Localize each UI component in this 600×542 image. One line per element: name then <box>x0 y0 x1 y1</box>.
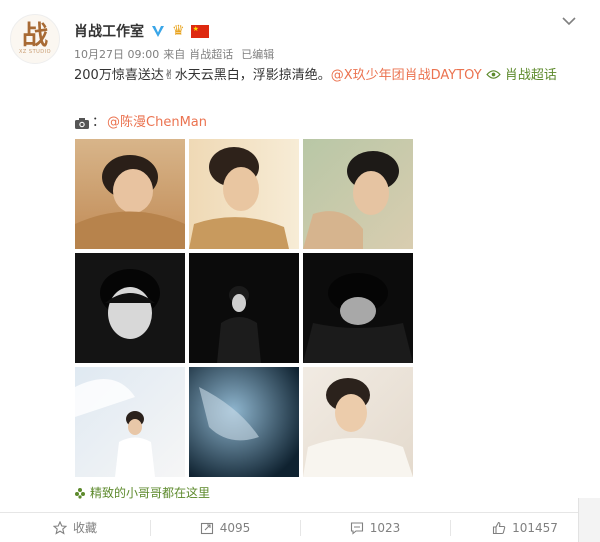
photo-grid <box>75 139 413 477</box>
photo-1[interactable] <box>75 139 185 249</box>
post-body: 200万惊喜送达✌水天云黑白，浮影掠清绝。 <box>74 68 331 83</box>
post-time[interactable]: 10月27日 09:00 <box>74 46 159 62</box>
avatar-subtext: XZ STUDIO <box>18 49 52 55</box>
repost-count: 4095 <box>219 520 251 535</box>
photo-6[interactable] <box>303 253 413 363</box>
post-source[interactable]: 肖战超话 <box>189 46 233 62</box>
album-link[interactable]: 精致的小哥哥都在这里 <box>74 484 210 501</box>
comment-count: 1023 <box>369 520 401 535</box>
avatar-glyph: 战 <box>21 21 48 51</box>
side-scroll-edge <box>578 498 600 542</box>
favorite-button[interactable]: 收藏 <box>0 513 150 542</box>
avatar[interactable]: 战 XZ STUDIO <box>10 14 60 64</box>
photo-8[interactable] <box>189 367 299 477</box>
post-text: 200万惊喜送达✌水天云黑白，浮影掠清绝。@X玖少年团肖战DAYTOY 肖战超话 <box>74 64 584 88</box>
star-icon <box>52 520 67 535</box>
like-count: 101457 <box>512 520 558 535</box>
photo-9[interactable] <box>303 367 413 477</box>
thumbs-up-icon <box>493 521 506 534</box>
comment-button[interactable]: 1023 <box>300 513 450 542</box>
supertopic-link[interactable]: 肖战超话 <box>486 68 557 83</box>
photo-4[interactable] <box>75 253 185 363</box>
repost-button[interactable]: 4095 <box>150 513 300 542</box>
supertopic-icon <box>486 70 501 79</box>
action-bar: 收藏 4095 1023 101457 <box>0 513 600 542</box>
camera-separator: ： <box>92 115 106 130</box>
crown-icon[interactable]: ♛ <box>172 23 185 39</box>
repost-icon <box>200 522 213 534</box>
camera-icon <box>75 117 89 129</box>
post-meta: 10月27日 09:00 来自 肖战超话 已编辑 <box>74 46 274 62</box>
album-label: 精致的小哥哥都在这里 <box>90 486 211 500</box>
chevron-down-icon[interactable] <box>560 12 578 30</box>
supertopic-label: 肖战超话 <box>504 68 557 83</box>
photo-5[interactable] <box>189 253 299 363</box>
favorite-label: 收藏 <box>72 521 97 535</box>
source-prefix: 来自 <box>163 48 186 61</box>
photographer-line: ： @陈漫ChenMan <box>74 114 207 132</box>
comment-icon <box>350 521 363 535</box>
china-flag-icon <box>190 24 209 38</box>
album-icon <box>75 487 85 499</box>
mention-link[interactable]: @X玖少年团肖战DAYTOY <box>331 68 482 83</box>
edited-label[interactable]: 已编辑 <box>241 46 274 62</box>
photo-2[interactable] <box>189 139 299 249</box>
weibo-post-card: 战 XZ STUDIO 肖战工作室 ♛ 10月27日 09:00 来自 肖战超话… <box>0 0 600 542</box>
user-name[interactable]: 肖战工作室 <box>74 21 144 41</box>
photo-3[interactable] <box>303 139 413 249</box>
user-row: 肖战工作室 ♛ <box>74 20 209 42</box>
photo-7[interactable] <box>75 367 185 477</box>
photographer-link[interactable]: @陈漫ChenMan <box>107 114 207 132</box>
verified-v-icon[interactable] <box>150 23 166 39</box>
